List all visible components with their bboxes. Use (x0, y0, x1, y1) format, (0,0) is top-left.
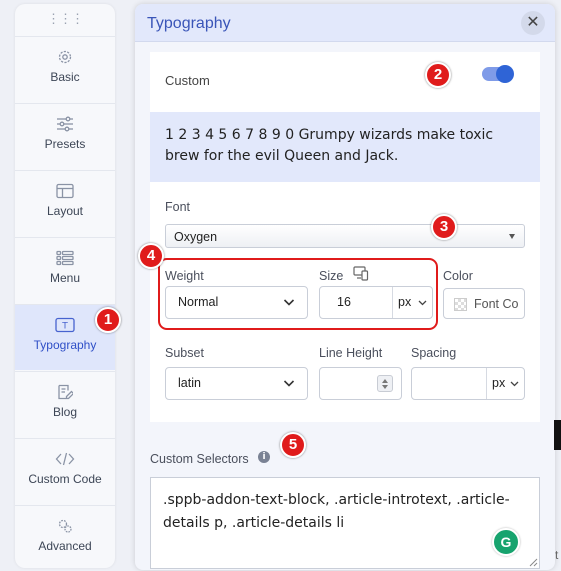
color-picker[interactable]: Font Co (443, 288, 525, 319)
grammarly-icon[interactable]: G (492, 528, 520, 556)
info-icon[interactable]: i (258, 451, 270, 463)
line-height-label: Line Height (319, 346, 383, 360)
custom-selectors-textarea[interactable]: .sppb-addon-text-block, .article-introte… (150, 477, 540, 569)
resize-handle-icon[interactable] (528, 557, 538, 567)
menu-list-icon (56, 250, 74, 266)
panel-title: Typography (147, 15, 231, 32)
blog-icon (58, 384, 73, 400)
spacing-unit-select[interactable]: px (486, 368, 524, 399)
drag-handle-icon[interactable]: ⋮⋮⋮ (15, 4, 115, 36)
callout-badge: 4 (138, 243, 164, 269)
advanced-gears-icon (58, 519, 72, 533)
number-spinner[interactable] (377, 375, 393, 392)
sidebar-item-advanced[interactable]: Advanced (15, 505, 115, 568)
color-label: Color (443, 269, 473, 283)
sidebar-item-label: Typography (33, 338, 97, 352)
spacing-label: Spacing (411, 346, 457, 360)
font-preview: 1 2 3 4 5 6 7 8 9 0 Grumpy wizards make … (150, 112, 540, 182)
typography-icon: T (55, 317, 75, 333)
sidebar-item-label: Menu (49, 271, 81, 285)
callout-badge: 3 (431, 214, 457, 240)
sliders-icon (57, 116, 73, 132)
sidebar-item-basic[interactable]: Basic (15, 36, 115, 102)
font-label: Font (165, 200, 191, 214)
weight-size-highlight (158, 258, 438, 330)
line-height-input[interactable] (319, 367, 402, 400)
spinner-up-icon[interactable] (382, 379, 388, 383)
spacing-unit-value: px (492, 376, 506, 390)
sidebar-item-label: Layout (46, 204, 84, 218)
sidebar-item-label: Basic (50, 70, 80, 84)
sidebar-item-presets[interactable]: Presets (15, 103, 115, 169)
close-button[interactable]: ✕ (521, 11, 545, 35)
caret-down-icon (509, 234, 515, 239)
sidebar-item-menu[interactable]: Menu (15, 237, 115, 303)
chevron-down-icon (510, 381, 519, 387)
typography-card: Custom 1 2 3 4 5 6 7 8 9 0 Grumpy wizard… (150, 52, 540, 422)
subset-label: Subset (165, 346, 204, 360)
font-value: Oxygen (174, 230, 218, 244)
background-fragment (554, 420, 561, 450)
callout-badge: 2 (425, 62, 451, 88)
layout-icon (56, 183, 74, 199)
panel-header: Typography ✕ (135, 4, 555, 42)
sidebar-item-label: Advanced (38, 539, 92, 553)
toggle-knob (496, 65, 514, 83)
sidebar-item-blog[interactable]: Blog (15, 371, 115, 437)
sidebar-item-label: Blog (52, 405, 78, 419)
font-select[interactable]: Oxygen (165, 224, 525, 248)
sidebar-item-label: Custom Code (28, 472, 102, 486)
spacing-input[interactable]: px (411, 367, 525, 400)
svg-text:T: T (61, 322, 68, 332)
sidebar-item-label: Presets (44, 137, 86, 151)
custom-label: Custom (165, 73, 210, 88)
sidebar-item-layout[interactable]: Layout (15, 170, 115, 236)
subset-select[interactable]: latin (165, 367, 308, 400)
spinner-down-icon[interactable] (382, 385, 388, 389)
chevron-down-icon (283, 380, 295, 387)
subset-value: latin (178, 376, 201, 390)
sidebar-item-custom-code[interactable]: Custom Code (15, 438, 115, 504)
callout-badge: 1 (95, 307, 121, 333)
transparent-swatch-icon (454, 298, 467, 311)
gear-icon (58, 50, 72, 64)
background-text-fragment: t (555, 548, 559, 562)
custom-toggle[interactable] (482, 65, 514, 83)
sidebar: ⋮⋮⋮ Basic Presets Layout Menu T Typograp… (15, 4, 115, 568)
callout-badge: 5 (280, 432, 306, 458)
custom-selectors-label: Custom Selectors (150, 452, 249, 466)
code-icon (55, 452, 75, 466)
color-placeholder: Font Co (474, 297, 519, 311)
